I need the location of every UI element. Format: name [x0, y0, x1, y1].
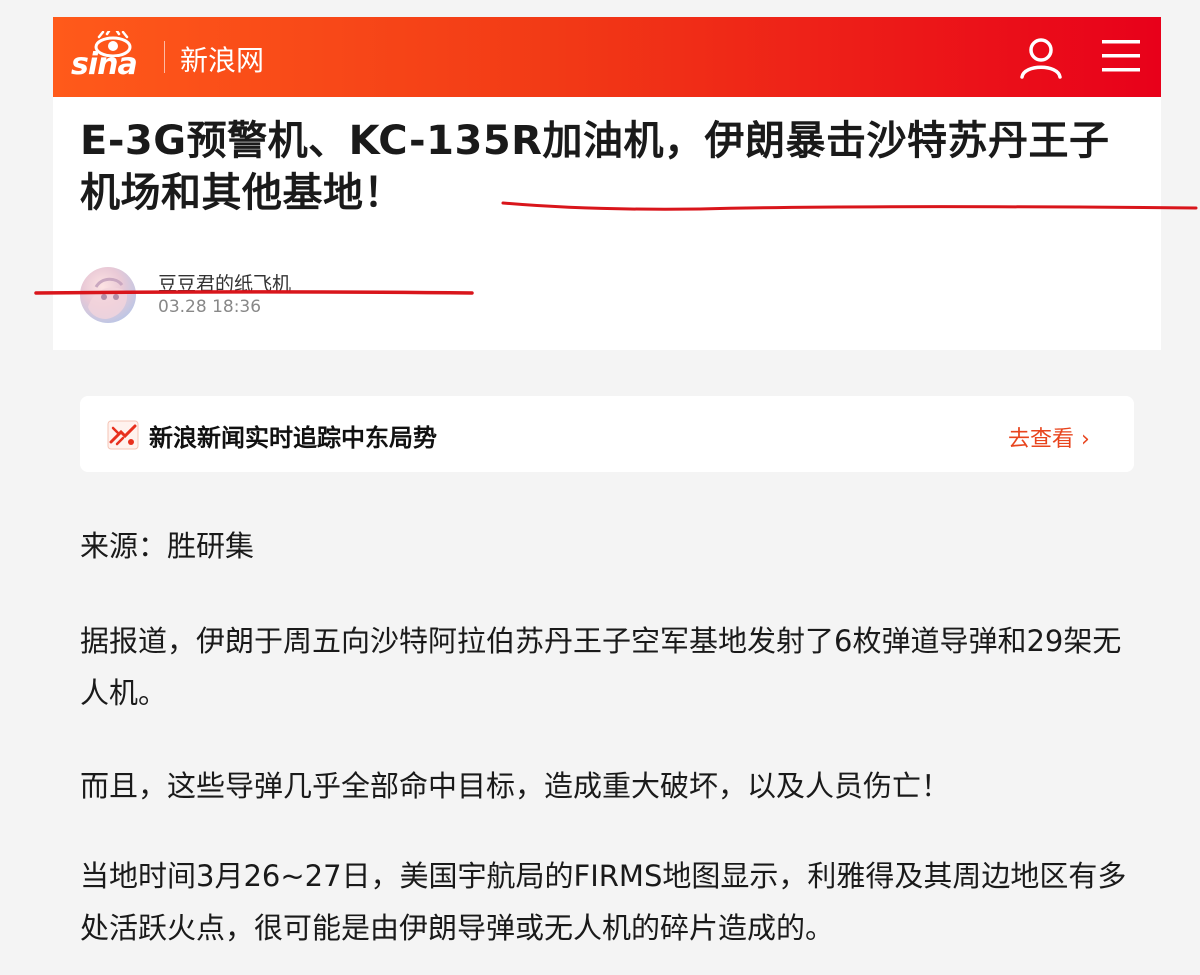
article-paragraph: 而且，这些导弹几乎全部命中目标，造成重大破坏，以及人员伤亡！: [80, 769, 951, 803]
article-paragraph: 当地时间3月26~27日，美国宇航局的FIRMS地图显示，利雅得及其周边地区有多…: [80, 859, 1127, 945]
author-avatar[interactable]: [80, 267, 136, 323]
author-name[interactable]: 豆豆君的纸飞机: [158, 269, 291, 296]
news-tracker-icon: [107, 420, 139, 450]
page: sina 新浪网 E-3G预警机、KC-135R加油机，伊朗暴击沙特苏丹王子机场…: [53, 17, 1161, 350]
article-source: 来源：胜研集: [80, 529, 255, 563]
article-header: E-3G预警机、KC-135R加油机，伊朗暴击沙特苏丹王子机场和其他基地！ 豆豆…: [53, 97, 1161, 350]
logo-text: sina: [71, 47, 138, 82]
sina-logo[interactable]: sina: [71, 31, 163, 85]
article-paragraph: 据报道，伊朗于周五向沙特阿拉伯苏丹王子空军基地发射了6枚弹道导弹和29架无人机。: [80, 624, 1122, 710]
avatar-image: [88, 277, 128, 319]
tracker-label: 新浪新闻实时追踪中东局势: [149, 424, 437, 452]
menu-icon[interactable]: [1102, 39, 1140, 73]
article-title: E-3G预警机、KC-135R加油机，伊朗暴击沙特苏丹王子机场和其他基地！: [80, 118, 1110, 216]
news-tracker-banner[interactable]: 新浪新闻实时追踪中东局势 去查看 ›: [80, 396, 1134, 472]
publish-time: 03.28 18:36: [158, 297, 262, 317]
site-name[interactable]: 新浪网: [180, 39, 264, 79]
header-divider: [164, 41, 165, 73]
tracker-view-link[interactable]: 去查看 ›: [1008, 421, 1090, 453]
user-icon[interactable]: [1019, 37, 1063, 79]
top-nav-bar: sina 新浪网: [53, 17, 1161, 97]
